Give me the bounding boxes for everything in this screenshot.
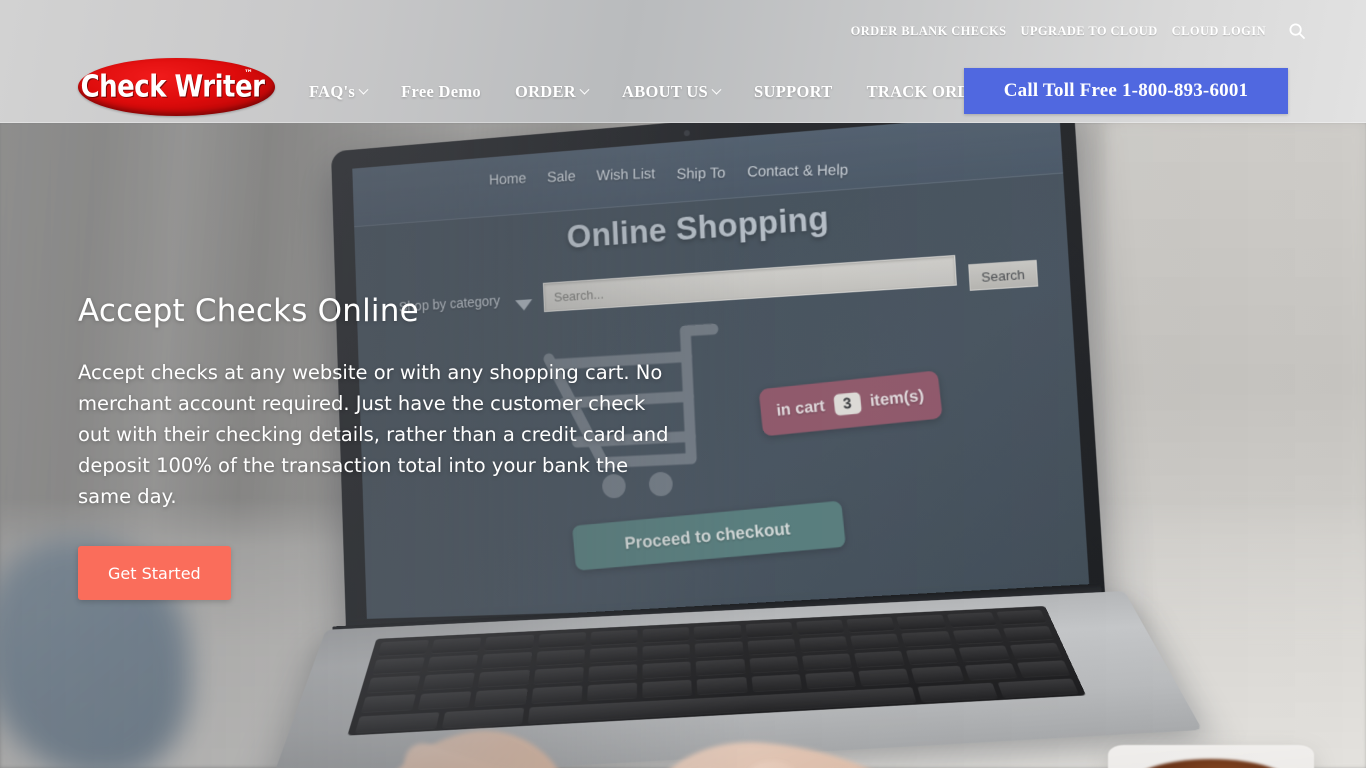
nav-label: Free Demo (401, 82, 481, 101)
call-toll-free-button[interactable]: Call Toll Free 1-800-893-6001 (964, 68, 1288, 114)
nav-label: ORDER (514, 82, 577, 101)
logo-trademark-symbol: ™ (244, 69, 253, 79)
logo-text: Check Writer (80, 69, 265, 105)
get-started-button[interactable]: Get Started (78, 546, 231, 600)
site-header: ORDER BLANK CHECKS UPGRADE TO CLOUD CLOU… (0, 0, 1366, 123)
topbar-link-upgrade-to-cloud[interactable]: UPGRADE TO CLOUD (1020, 24, 1157, 39)
nav-label: SUPPORT (754, 82, 833, 101)
chevron-down-icon (711, 84, 722, 95)
nav-label: ABOUT US (622, 82, 709, 101)
topbar-link-cloud-login[interactable]: CLOUD LOGIN (1172, 24, 1266, 39)
nav-item-order[interactable]: ORDER (498, 78, 605, 106)
nav-item-about-us[interactable]: ABOUT US (605, 78, 737, 106)
hero-copy: Accept Checks Online Accept checks at an… (78, 293, 688, 600)
utility-nav: ORDER BLANK CHECKS UPGRADE TO CLOUD CLOU… (851, 22, 1306, 40)
topbar-link-order-blank-checks[interactable]: ORDER BLANK CHECKS (851, 24, 1007, 39)
nav-item-faqs[interactable]: FAQ's (292, 78, 384, 106)
nav-item-free-demo[interactable]: Free Demo (384, 78, 498, 106)
primary-nav: FAQ's Free Demo ORDER ABOUT US SUPPORT T… (292, 78, 1010, 106)
nav-label: FAQ's (309, 82, 356, 101)
site-logo[interactable]: Check Writer ™ (78, 58, 275, 119)
search-icon[interactable] (1288, 22, 1306, 40)
chevron-down-icon (358, 84, 369, 95)
chevron-down-icon (579, 84, 590, 95)
hero-section: Home Sale Wish List Ship To Contact & He… (0, 123, 1366, 768)
logo-ellipse: Check Writer ™ (78, 58, 275, 116)
hero-paragraph: Accept checks at any website or with any… (78, 361, 669, 508)
nav-item-support[interactable]: SUPPORT (737, 78, 850, 106)
page-title: Accept Checks Online (78, 293, 419, 329)
